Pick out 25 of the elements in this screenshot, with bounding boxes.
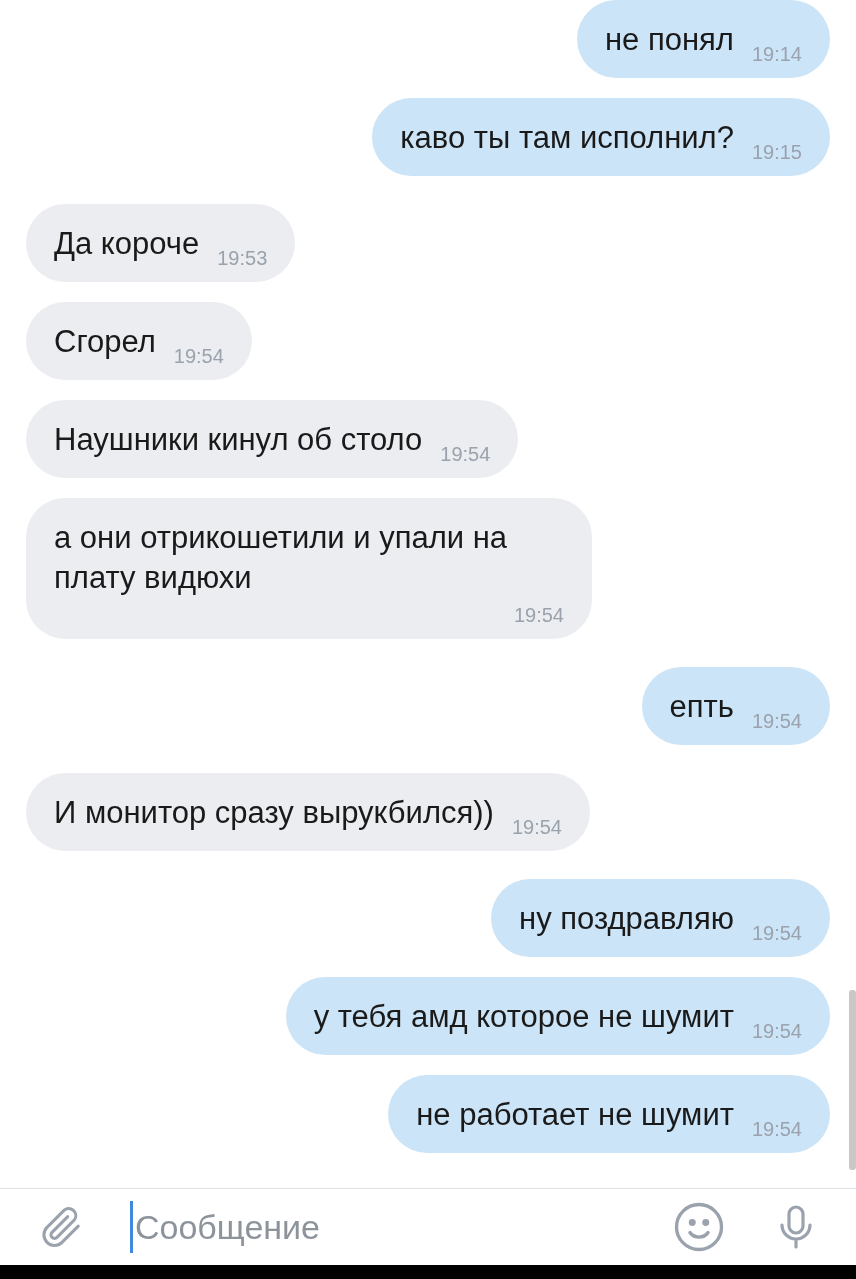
message-time: 19:53 — [217, 247, 268, 270]
smiley-icon[interactable] — [672, 1200, 726, 1254]
message-time: 19:54 — [511, 816, 562, 839]
scrollbar[interactable] — [849, 990, 856, 1170]
message-time: 19:15 — [751, 141, 802, 164]
message-time: 19:54 — [513, 604, 564, 627]
message-text: епть — [669, 688, 734, 726]
message-time: 19:54 — [751, 1020, 802, 1043]
message-time: 19:54 — [173, 345, 224, 368]
message-text: Наушники кинул об столо — [54, 421, 423, 459]
message-text: не работает не шумит — [416, 1096, 734, 1134]
message-text: не понял — [604, 21, 734, 59]
message-text: а они отрикошетили и упали на плату видюхи — [54, 519, 509, 597]
message-time: 19:54 — [751, 922, 802, 945]
message-time: 19:54 — [751, 710, 802, 733]
message-text: ну поздравляю — [519, 900, 734, 938]
message-time: 19:54 — [751, 1118, 802, 1141]
message-text: Сгорел — [54, 323, 156, 361]
message-text: И монитор сразу вырукбился)) — [54, 794, 494, 832]
message-text: каво ты там исполнил? — [400, 119, 734, 157]
message-text: у тебя амд которое не шумит — [313, 998, 734, 1036]
message-input-field[interactable]: Сообщение — [130, 1201, 672, 1253]
message-text: Да короче — [54, 225, 200, 263]
message-time: 19:54 — [440, 443, 491, 466]
message-time: 19:14 — [751, 43, 802, 66]
